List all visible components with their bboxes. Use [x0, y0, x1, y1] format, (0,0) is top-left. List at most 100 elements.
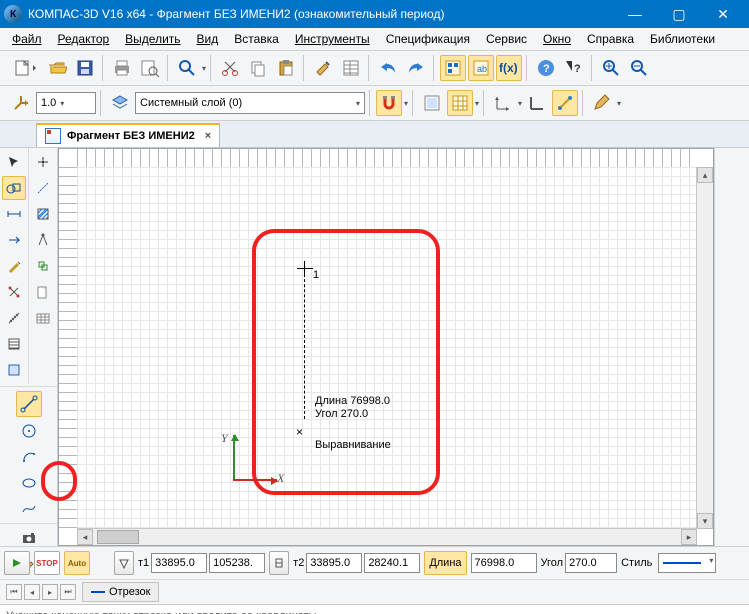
table-tool-icon[interactable] — [31, 306, 55, 330]
ortho-button[interactable] — [524, 90, 550, 116]
layers-icon[interactable] — [107, 90, 133, 116]
arc-tool-icon[interactable] — [17, 445, 41, 469]
menu-view[interactable]: Вид — [189, 30, 227, 48]
new-doc-button[interactable] — [8, 55, 42, 81]
properties-button[interactable] — [338, 55, 364, 81]
length-label-button[interactable]: Длина — [424, 551, 466, 575]
annotations-panel-icon[interactable] — [2, 228, 26, 252]
copy-tool-icon[interactable] — [31, 254, 55, 278]
hatch-tool-icon[interactable] — [31, 202, 55, 226]
line-style-combo[interactable]: ▾ — [658, 553, 716, 573]
edit-sketch-button[interactable] — [589, 90, 615, 116]
apply-button[interactable] — [4, 551, 30, 575]
right-toolbox — [714, 148, 749, 546]
menu-service[interactable]: Сервис — [478, 30, 535, 48]
copy-button[interactable] — [245, 55, 271, 81]
scroll-left-icon[interactable]: ◂ — [77, 529, 93, 545]
menu-help[interactable]: Справка — [579, 30, 642, 48]
optab-last-icon[interactable]: ⏭ — [60, 584, 76, 600]
scroll-right-icon[interactable]: ▸ — [681, 529, 697, 545]
optab-next-icon[interactable]: ▸ — [42, 584, 58, 600]
menu-insert[interactable]: Вставка — [226, 30, 287, 48]
compass-tool-icon[interactable] — [31, 228, 55, 252]
t1-x-input[interactable] — [151, 553, 207, 573]
menu-edit[interactable]: Редактор — [50, 30, 118, 48]
save-button[interactable] — [72, 55, 98, 81]
redo-button[interactable] — [403, 55, 429, 81]
view-button[interactable] — [419, 90, 445, 116]
angle-input[interactable] — [565, 553, 617, 573]
t1-y-input[interactable] — [209, 553, 265, 573]
edit-panel-icon[interactable] — [2, 254, 26, 278]
svg-text:?: ? — [574, 63, 581, 75]
menu-spec[interactable]: Спецификация — [378, 30, 478, 48]
circle-tool-icon[interactable] — [17, 419, 41, 443]
spline-tool-icon[interactable] — [17, 497, 41, 521]
menu-libraries[interactable]: Библиотеки — [642, 30, 723, 48]
tab-close-icon[interactable]: × — [205, 130, 211, 142]
ellipse-tool-icon[interactable] — [17, 471, 41, 495]
open-button[interactable] — [44, 55, 70, 81]
t2-x-input[interactable] — [306, 553, 362, 573]
spec-panel-icon[interactable] — [2, 332, 26, 356]
context-help-button[interactable]: ? — [561, 55, 587, 81]
coord-input-button[interactable] — [8, 90, 34, 116]
t2-y-input[interactable] — [364, 553, 420, 573]
document-tabstrip: Фрагмент БЕЗ ИМЕНИ2 × — [0, 121, 749, 148]
report-panel-icon[interactable] — [2, 358, 26, 382]
params-panel-icon[interactable] — [2, 280, 26, 304]
scroll-thumb[interactable] — [97, 530, 139, 544]
menu-window[interactable]: Окно — [535, 30, 579, 48]
undo-button[interactable] — [375, 55, 401, 81]
optab-prev-icon[interactable]: ◂ — [24, 584, 40, 600]
lock-t1-button[interactable] — [114, 551, 134, 575]
grid-toggle-button[interactable] — [447, 90, 473, 116]
point-tool-icon[interactable] — [31, 150, 55, 174]
window-maximize-button[interactable]: ▢ — [657, 0, 701, 28]
scroll-down-icon[interactable]: ▾ — [697, 513, 713, 529]
zoom-button[interactable] — [174, 55, 200, 81]
snap-near-button[interactable] — [552, 90, 578, 116]
paste-button[interactable] — [273, 55, 299, 81]
line-segment-tool-icon[interactable] — [16, 391, 42, 417]
scale-combo[interactable]: 1.0▾ — [36, 92, 96, 114]
local-coords-button[interactable] — [490, 90, 516, 116]
sheet-tool-icon[interactable] — [31, 280, 55, 304]
titlebar: К КОМПАС-3D V16 x64 - Фрагмент БЕЗ ИМЕНИ… — [0, 0, 749, 28]
menu-file[interactable]: Файл — [4, 30, 50, 48]
menu-select[interactable]: Выделить — [117, 30, 188, 48]
drawing-canvas[interactable]: X Y 1 × Длина 76998.0 Угол 270.0 Выравни… — [58, 148, 714, 546]
cut-button[interactable] — [217, 55, 243, 81]
vertical-scrollbar[interactable]: ▴ ▾ — [696, 167, 713, 529]
menu-tools[interactable]: Инструменты — [287, 30, 378, 48]
svg-text:?: ? — [543, 63, 550, 75]
print-button[interactable] — [109, 55, 135, 81]
zoom-in-button[interactable] — [598, 55, 624, 81]
aux-line-tool-icon[interactable] — [31, 176, 55, 200]
length-input[interactable] — [471, 553, 537, 573]
document-tab[interactable]: Фрагмент БЕЗ ИМЕНИ2 × — [36, 123, 220, 147]
lock-t2-button[interactable] — [269, 551, 289, 575]
brush-button[interactable] — [310, 55, 336, 81]
geometry-panel-icon[interactable] — [2, 176, 26, 200]
layer-combo[interactable]: Системный слой (0)▾ — [135, 92, 365, 114]
dimensions-panel-icon[interactable] — [2, 202, 26, 226]
window-minimize-button[interactable]: — — [613, 0, 657, 28]
zoom-out-button[interactable] — [626, 55, 652, 81]
print-preview-button[interactable] — [137, 55, 163, 81]
auto-button[interactable]: Auto — [64, 551, 90, 575]
optab-first-icon[interactable]: ⏮ — [6, 584, 22, 600]
camera-icon[interactable] — [17, 526, 41, 550]
window-close-button[interactable]: ✕ — [701, 0, 745, 28]
library-manager-button[interactable] — [440, 55, 466, 81]
variables-button[interactable]: ab — [468, 55, 494, 81]
help-button[interactable]: ? — [533, 55, 559, 81]
snap-toggle-button[interactable] — [376, 90, 402, 116]
scroll-up-icon[interactable]: ▴ — [697, 167, 713, 183]
measure-panel-icon[interactable] — [2, 306, 26, 330]
horizontal-scrollbar[interactable]: ◂ ▸ — [77, 528, 697, 545]
fx-button[interactable]: f(x) — [496, 55, 522, 81]
operation-tab[interactable]: Отрезок — [82, 582, 159, 602]
stop-button[interactable]: STOP — [34, 551, 60, 575]
pointer-tool-icon[interactable] — [2, 150, 26, 174]
